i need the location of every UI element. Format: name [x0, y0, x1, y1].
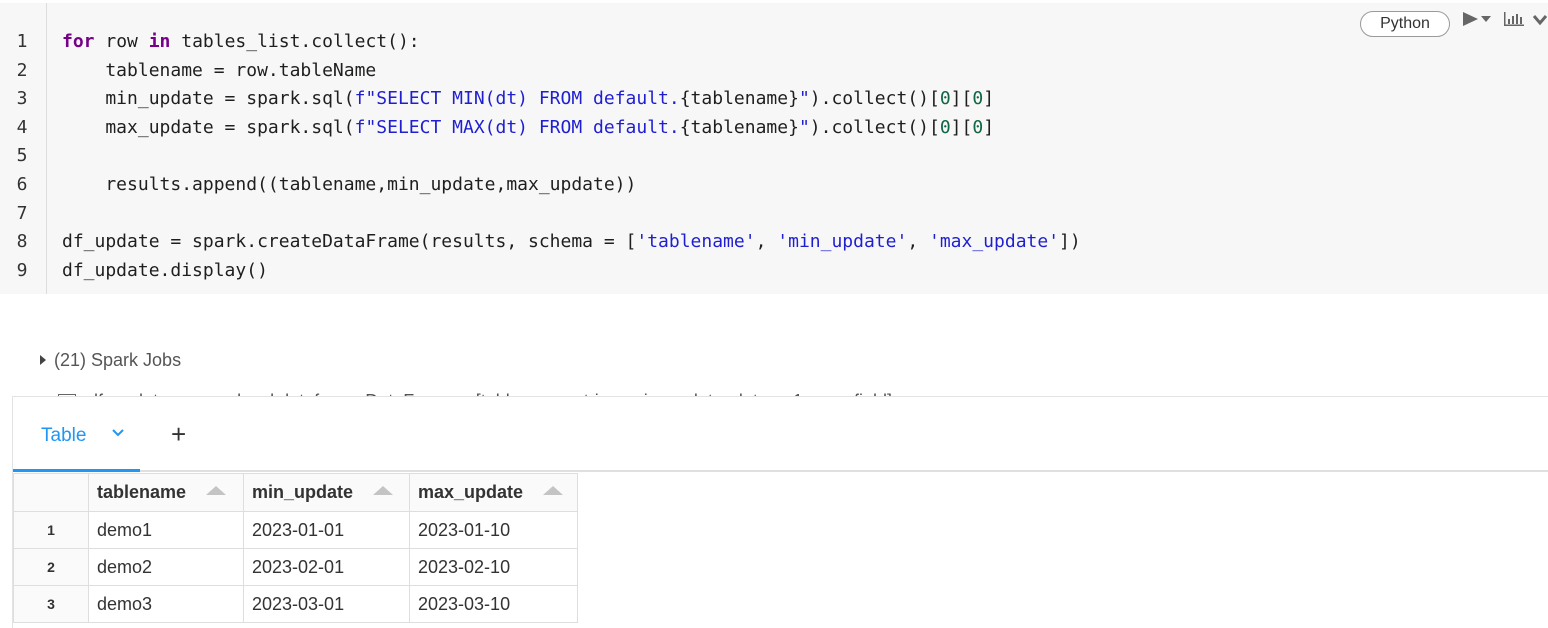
result-widget: Table + tablename min_update max_update … — [12, 396, 1548, 628]
line-number: 3 — [16, 88, 28, 110]
code-line[interactable]: 3 min_update = spark.sql(f"SELECT MIN(dt… — [0, 85, 994, 113]
add-visualization-button[interactable]: + — [171, 419, 186, 450]
active-tab-indicator — [13, 469, 140, 472]
code-token: results.append((tablename,min_update,max… — [62, 174, 637, 195]
code-token: ][ — [950, 116, 973, 138]
row-index: 3 — [13, 585, 89, 623]
tab-options-chevron-icon[interactable] — [111, 425, 125, 442]
code-token: min_update = spark.sql( — [62, 88, 355, 110]
code-token: {tablename} — [679, 116, 799, 138]
line-number: 7 — [16, 202, 28, 224]
number-token: 0 — [939, 116, 951, 138]
cell-min-update[interactable]: 2023-03-01 — [243, 585, 410, 623]
code-token: ] — [983, 116, 995, 138]
number-token: 0 — [972, 88, 984, 110]
expand-triangle-icon — [40, 355, 47, 365]
code-text: df_update.display() — [62, 257, 268, 285]
line-number: 8 — [16, 231, 28, 253]
code-cell[interactable]: 1 for row in tables_list.collect(): 2 tabl… — [0, 3, 1548, 294]
code-line[interactable]: 8 df_update = spark.createDataFrame(resul… — [0, 228, 1081, 256]
code-token: {tablename} — [679, 88, 799, 110]
results-table: tablename min_update max_update 1 demo1 … — [13, 473, 578, 623]
code-text: for row in tables_list.collect(): — [62, 28, 420, 56]
code-line[interactable]: 9 df_update.display() — [0, 257, 268, 285]
code-line[interactable]: 5 — [0, 142, 44, 170]
line-number: 9 — [16, 259, 28, 281]
sort-icon[interactable] — [543, 486, 564, 495]
string-token: f"SELECT MIN(dt) FROM default. — [354, 88, 680, 110]
string-token: " — [798, 88, 810, 110]
code-text: min_update = spark.sql(f"SELECT MIN(dt) … — [62, 85, 994, 113]
code-text: max_update = spark.sql(f"SELECT MAX(dt) … — [62, 114, 994, 142]
cell-tablename[interactable]: demo1 — [88, 511, 244, 549]
code-token: , — [755, 231, 778, 253]
keyword-token: for — [62, 31, 95, 52]
tab-bar-divider — [13, 470, 1548, 472]
sort-icon[interactable] — [373, 486, 394, 495]
code-token: ]) — [1059, 231, 1081, 253]
code-token: tables_list.collect(): — [170, 31, 420, 52]
line-number: 5 — [16, 145, 28, 167]
column-header-min-update[interactable]: min_update — [243, 473, 410, 512]
code-text: tablename = row.tableName — [62, 57, 376, 85]
code-line[interactable]: 6 results.append((tablename,min_update,m… — [0, 171, 637, 199]
code-token: ).collect()[ — [809, 116, 940, 138]
row-index: 1 — [13, 511, 89, 549]
table-row[interactable]: 2 demo2 2023-02-01 2023-02-10 — [13, 548, 578, 586]
string-token: 'max_update' — [929, 231, 1060, 253]
number-token: 0 — [939, 88, 951, 110]
gutter-divider — [46, 3, 47, 294]
line-number: 4 — [16, 116, 28, 138]
cell-tablename[interactable]: demo3 — [88, 585, 244, 623]
line-number: 2 — [16, 59, 28, 81]
cell-tablename[interactable]: demo2 — [88, 548, 244, 586]
table-header-row: tablename min_update max_update — [13, 473, 578, 512]
row-index-header — [13, 473, 89, 512]
code-token: ] — [983, 88, 995, 110]
play-dropdown-icon[interactable] — [1462, 11, 1494, 32]
dataframe-schema-toggle[interactable]: df_update: pyspark.sql.dataframe.DataFra… — [30, 365, 892, 411]
code-token: df_update = spark.createDataFrame(result… — [62, 231, 637, 253]
cell-min-update[interactable]: 2023-02-01 — [243, 548, 410, 586]
cell-max-update[interactable]: 2023-02-10 — [409, 548, 578, 586]
line-number: 6 — [16, 174, 28, 195]
tab-table[interactable]: Table — [41, 425, 86, 447]
code-line[interactable]: 1 for row in tables_list.collect(): — [0, 28, 420, 56]
line-number: 1 — [16, 31, 28, 52]
code-text: results.append((tablename,min_update,max… — [62, 171, 636, 199]
bar-chart-icon[interactable] — [1503, 11, 1525, 32]
chevron-down-icon[interactable] — [1532, 13, 1548, 31]
string-token: 'tablename' — [636, 231, 756, 253]
code-text: df_update = spark.createDataFrame(result… — [62, 228, 1081, 256]
language-badge[interactable]: Python — [1360, 11, 1450, 37]
keyword-token: in — [148, 31, 171, 52]
column-header-tablename[interactable]: tablename — [88, 473, 244, 512]
code-token: , — [907, 231, 929, 253]
code-line[interactable]: 2 tablename = row.tableName — [0, 57, 377, 85]
code-token: ).collect()[ — [809, 88, 940, 110]
number-token: 0 — [972, 116, 984, 138]
cell-max-update[interactable]: 2023-03-10 — [409, 585, 578, 623]
string-token: f"SELECT MAX(dt) FROM default. — [354, 116, 680, 138]
code-line[interactable]: 4 max_update = spark.sql(f"SELECT MAX(dt… — [0, 114, 994, 142]
cell-max-update[interactable]: 2023-01-10 — [409, 511, 578, 549]
cell-min-update[interactable]: 2023-01-01 — [243, 511, 410, 549]
code-token: tablename = row.tableName — [62, 59, 377, 81]
column-header-max-update[interactable]: max_update — [409, 473, 578, 512]
sort-icon[interactable] — [206, 486, 227, 495]
row-index: 2 — [13, 548, 89, 586]
code-line[interactable]: 7 — [0, 200, 44, 228]
spark-jobs-toggle[interactable]: (21) Spark Jobs — [30, 324, 181, 370]
table-row[interactable]: 3 demo3 2023-03-01 2023-03-10 — [13, 585, 578, 623]
code-token: ][ — [950, 88, 973, 110]
string-token: 'min_update' — [777, 231, 908, 253]
string-token: " — [798, 116, 810, 138]
code-token: row — [94, 31, 149, 52]
code-token: df_update.display() — [62, 259, 268, 281]
code-token: max_update = spark.sql( — [62, 116, 355, 138]
table-row[interactable]: 1 demo1 2023-01-01 2023-01-10 — [13, 511, 578, 549]
